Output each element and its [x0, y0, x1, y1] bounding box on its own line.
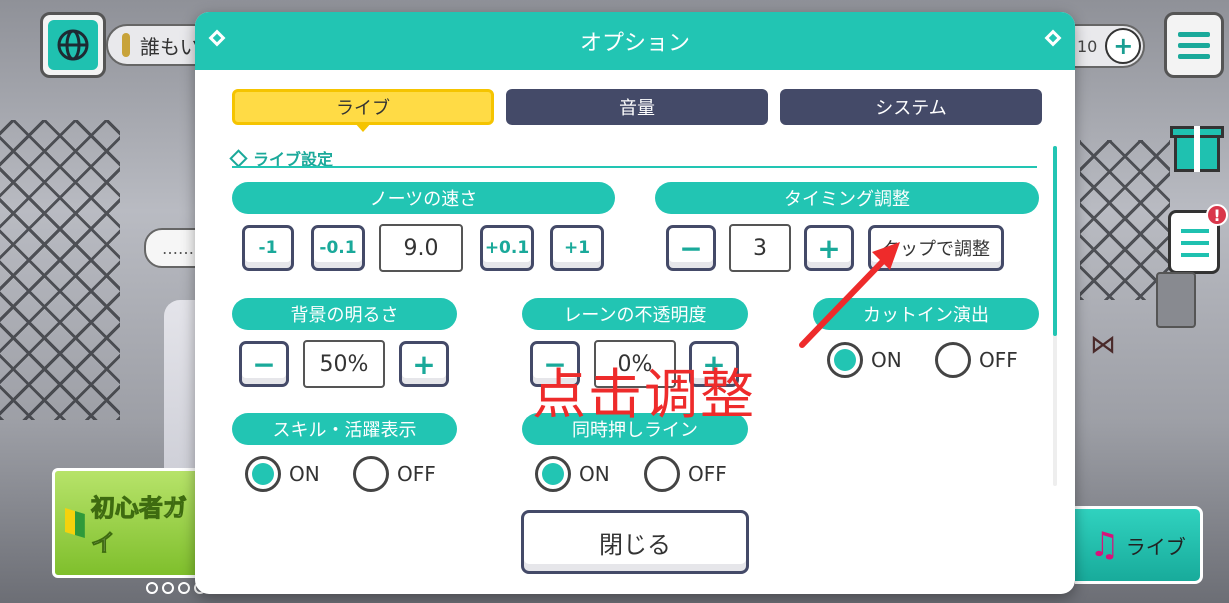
annotation-text: 点击调整 [532, 363, 756, 426]
annotation-arrow-icon [799, 242, 900, 348]
